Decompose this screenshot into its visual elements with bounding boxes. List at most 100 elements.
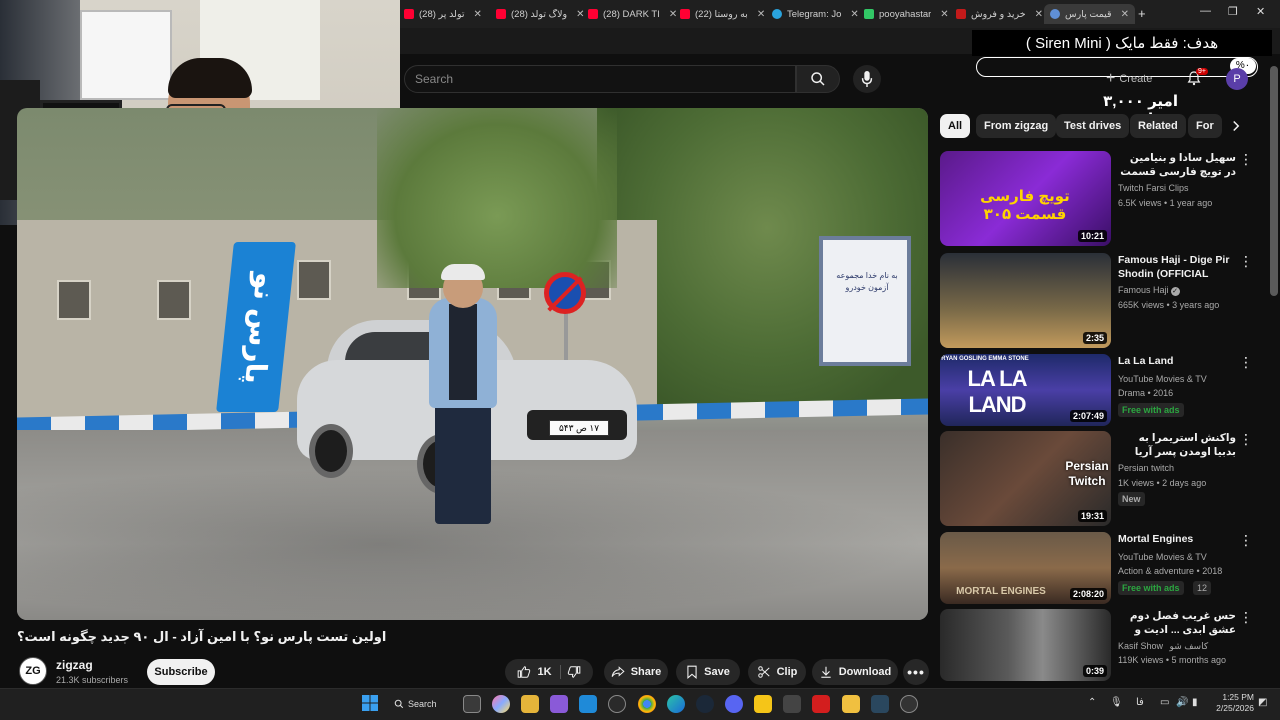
search-input[interactable] [405, 66, 795, 92]
browser-tab[interactable]: Telegram: Jo ✕ [772, 4, 859, 24]
chips-next-button[interactable] [1226, 114, 1246, 138]
browser-tab[interactable]: (28) تولد پر ✕ [404, 4, 482, 24]
more-vertical-icon[interactable]: ⋮ [1239, 431, 1253, 447]
dislike-button[interactable] [567, 665, 581, 679]
app-icon[interactable] [812, 695, 830, 713]
app-icon[interactable] [783, 695, 801, 713]
more-vertical-icon[interactable]: ⋮ [1239, 354, 1253, 370]
task-view-icon[interactable] [463, 695, 481, 713]
restore-button[interactable]: ❐ [1228, 5, 1238, 18]
minimize-button[interactable]: — [1200, 5, 1211, 17]
video-player[interactable]: پارس نو به نام خدا مجموعه آزمون خودرو ۱۷… [17, 108, 928, 620]
browser-tab[interactable]: (28) ولاگ تولد ✕ [496, 4, 585, 24]
channel-name[interactable]: zigzag [56, 658, 93, 672]
close-tab-icon[interactable]: ✕ [757, 9, 765, 20]
new-tab-button[interactable]: + [1138, 6, 1146, 21]
more-vertical-icon[interactable]: ⋮ [1239, 609, 1253, 625]
close-tab-icon[interactable]: ✕ [474, 9, 482, 20]
volume-icon[interactable]: 🔊 [1176, 697, 1188, 708]
search-button[interactable] [796, 65, 840, 93]
visual-studio-icon[interactable] [550, 695, 568, 713]
video-channel[interactable]: YouTube Movies & TV [1118, 374, 1207, 384]
video-title[interactable]: حس غریب فصل دوم عشق ابدی ... ادیت و تحلی… [1118, 609, 1236, 637]
language-indicator[interactable]: فا [1136, 697, 1144, 708]
clip-button[interactable]: Clip [748, 659, 806, 685]
chip-for-you[interactable]: For [1188, 114, 1222, 138]
network-icon[interactable]: ▭ [1160, 697, 1169, 708]
subscribe-button[interactable]: Subscribe [147, 659, 215, 685]
recommended-video[interactable]: 0:39 حس غریب فصل دوم عشق ابدی ... ادیت و… [940, 609, 1260, 681]
page-scrollbar[interactable] [1270, 66, 1278, 296]
vscode-icon[interactable] [579, 695, 597, 713]
recommended-video[interactable]: Persian Twitch 19:31 واکنش استریمرا به ب… [940, 431, 1260, 527]
discord-icon[interactable] [725, 695, 743, 713]
video-channel[interactable]: Persian twitch [1118, 463, 1174, 473]
more-vertical-icon[interactable]: ⋮ [1239, 532, 1253, 548]
video-title[interactable]: سهیل سادا و بنیامین در تویچ فارسی قسمت 3… [1118, 151, 1236, 179]
recommended-video[interactable]: RYAN GOSLING EMMA STONE LA LA LAND 2:07:… [940, 354, 1260, 426]
copilot-icon[interactable] [492, 695, 510, 713]
steam-icon[interactable] [696, 695, 714, 713]
share-button[interactable]: Share [604, 659, 668, 685]
video-thumbnail[interactable]: 2:35 [940, 253, 1111, 348]
chip-from-channel[interactable]: From zigzag [976, 114, 1057, 138]
more-actions-button[interactable]: ••• [903, 659, 929, 685]
video-title[interactable]: Famous Haji - Dige Pir Shodin (OFFICIAL … [1118, 253, 1236, 281]
app-icon[interactable] [521, 695, 539, 713]
video-thumbnail[interactable]: MORTAL ENGINES 2:08:20 [940, 532, 1111, 604]
channel-avatar[interactable]: ZG [19, 657, 47, 685]
tray-overflow-icon[interactable]: ⌃ [1088, 697, 1096, 708]
browser-tab[interactable]: خرید و فروش ✕ [956, 4, 1043, 24]
recommended-video[interactable]: تویچ فارسی قسمت ۳۰۵ 10:21 سهیل سادا و بن… [940, 151, 1260, 247]
browser-tab[interactable]: pooyahastar ✕ [864, 4, 949, 24]
more-vertical-icon[interactable]: ⋮ [1239, 151, 1253, 167]
close-tab-icon[interactable]: ✕ [850, 9, 858, 20]
more-vertical-icon[interactable]: ⋮ [1239, 253, 1253, 269]
video-thumbnail[interactable]: RYAN GOSLING EMMA STONE LA LA LAND 2:07:… [940, 354, 1111, 426]
close-tab-icon[interactable]: ✕ [1121, 9, 1129, 20]
close-tab-icon[interactable]: ✕ [940, 9, 948, 20]
steam-icon[interactable] [871, 695, 889, 713]
download-button[interactable]: Download [812, 659, 898, 685]
windows-start-icon[interactable] [362, 695, 380, 713]
chip-related[interactable]: Related [1130, 114, 1186, 138]
recommended-video[interactable]: 2:35 Famous Haji - Dige Pir Shodin (OFFI… [940, 253, 1260, 349]
app-icon[interactable] [608, 695, 626, 713]
recommended-video[interactable]: MORTAL ENGINES 2:08:20 Mortal Engines Yo… [940, 532, 1260, 604]
video-channel[interactable]: Twitch Farsi Clips [1118, 183, 1189, 193]
video-thumbnail[interactable]: 0:39 [940, 609, 1111, 681]
video-thumbnail[interactable]: Persian Twitch 19:31 [940, 431, 1111, 526]
chip-test-drives[interactable]: Test drives [1056, 114, 1130, 138]
video-title[interactable]: La La Land [1118, 354, 1236, 368]
edge-icon[interactable] [667, 695, 685, 713]
obs-icon[interactable] [900, 695, 918, 713]
browser-tab[interactable]: (28) DARK TI ✕ [588, 4, 677, 24]
video-channel[interactable]: Kasif Show کاسف شو [1118, 641, 1208, 652]
video-channel[interactable]: Famous Haji ✓ [1118, 285, 1180, 296]
app-icon[interactable] [754, 695, 772, 713]
microphone-icon[interactable]: 🎙 [1110, 697, 1123, 708]
notification-center-icon[interactable]: ◩ [1258, 697, 1267, 708]
video-title[interactable]: واکنش استریمرا به بدبیا اومدن پسر آریا ک… [1118, 431, 1236, 459]
close-window-button[interactable]: ✕ [1256, 5, 1265, 18]
video-title[interactable]: Mortal Engines [1118, 532, 1236, 546]
like-button[interactable]: 1K [517, 665, 561, 679]
close-tab-icon[interactable]: ✕ [1035, 9, 1043, 20]
browser-tab-active[interactable]: قیمت پارس ✕ [1044, 4, 1135, 24]
close-tab-icon[interactable]: ✕ [576, 9, 584, 20]
taskbar-search[interactable]: Search [394, 694, 450, 714]
video-channel[interactable]: YouTube Movies & TV [1118, 552, 1207, 562]
chip-all[interactable]: All [940, 114, 971, 138]
video-thumbnail[interactable]: تویچ فارسی قسمت ۳۰۵ 10:21 [940, 151, 1111, 246]
save-button[interactable]: Save [676, 659, 740, 685]
close-tab-icon[interactable]: ✕ [669, 9, 677, 20]
taskbar-clock[interactable]: 1:25 PM 2/25/2026 [1206, 692, 1254, 714]
voice-search-button[interactable] [853, 65, 881, 93]
create-button[interactable]: + Create [1106, 68, 1152, 90]
search-box[interactable] [404, 65, 796, 93]
battery-icon[interactable]: ▮ [1192, 697, 1198, 708]
chrome-icon[interactable] [638, 695, 656, 713]
account-avatar[interactable]: P [1226, 68, 1248, 90]
browser-tab[interactable]: (22) به روستا ✕ [680, 4, 765, 24]
file-explorer-icon[interactable] [842, 695, 860, 713]
